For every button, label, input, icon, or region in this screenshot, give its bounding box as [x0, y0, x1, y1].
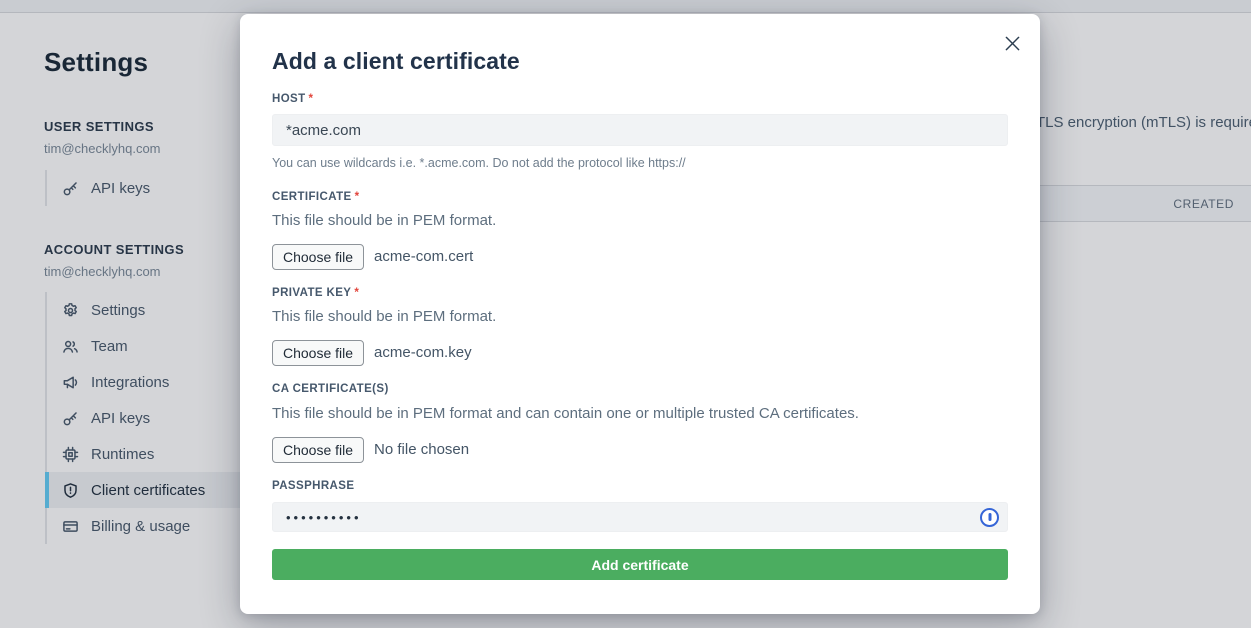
passphrase-input[interactable]: •••••••••• [272, 502, 1008, 532]
ca-certificate-file-input: Choose file No file chosen [272, 436, 1008, 463]
private-key-label: PRIVATE KEY* [272, 286, 1008, 300]
required-asterisk: * [354, 287, 359, 299]
ca-certificate-file-name: No file chosen [374, 441, 469, 458]
host-hint: You can use wildcards i.e. *.acme.com. D… [272, 156, 1008, 171]
passphrase-masked-value: •••••••••• [286, 510, 362, 525]
certificate-choose-file-button[interactable]: Choose file [272, 244, 364, 270]
close-icon[interactable] [1000, 31, 1024, 55]
password-manager-icon[interactable] [980, 508, 999, 527]
ca-certificate-description: This file should be in PEM format and ca… [272, 406, 1008, 422]
host-input-value: *acme.com [286, 122, 361, 139]
private-key-description: This file should be in PEM format. [272, 309, 1008, 325]
app-window: Settings USER SETTINGS tim@checklyhq.com… [0, 0, 1251, 628]
modal-title: Add a client certificate [272, 46, 1008, 76]
add-client-certificate-modal: Add a client certificate HOST* *acme.com… [240, 14, 1040, 614]
ca-certificate-label: CA CERTIFICATE(S) [272, 382, 1008, 396]
private-key-choose-file-button[interactable]: Choose file [272, 340, 364, 366]
certificate-label: CERTIFICATE* [272, 190, 1008, 204]
private-key-file-input: Choose file acme-com.key [272, 339, 1008, 366]
certificate-file-name: acme-com.cert [374, 248, 473, 265]
certificate-file-input: Choose file acme-com.cert [272, 243, 1008, 270]
certificate-description: This file should be in PEM format. [272, 213, 1008, 229]
ca-certificate-choose-file-button[interactable]: Choose file [272, 437, 364, 463]
required-asterisk: * [309, 93, 314, 105]
add-certificate-button[interactable]: Add certificate [272, 549, 1008, 580]
host-input[interactable]: *acme.com [272, 114, 1008, 146]
passphrase-label: PASSPHRASE [272, 479, 1008, 493]
private-key-file-name: acme-com.key [374, 344, 472, 361]
host-label: HOST* [272, 92, 1008, 106]
required-asterisk: * [355, 191, 360, 203]
